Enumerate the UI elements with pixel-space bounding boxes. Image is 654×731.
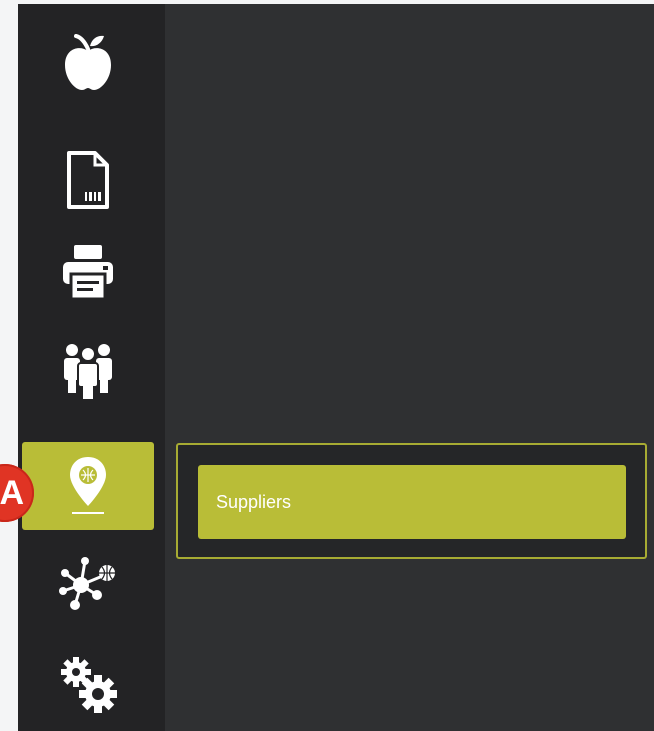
people-icon	[64, 344, 112, 399]
submenu-item-label: Suppliers	[216, 491, 292, 512]
printer-icon	[63, 245, 113, 301]
submenu-panel: Suppliers	[176, 443, 647, 559]
sidebar-item-people[interactable]	[22, 326, 154, 414]
sidebar-item-settings[interactable]	[22, 640, 154, 728]
sidebar-item-documents[interactable]	[22, 132, 154, 228]
callout-badge-label: A	[0, 473, 24, 512]
sidebar-item-printer[interactable]	[22, 228, 154, 316]
sidebar-item-apple[interactable]	[22, 18, 154, 106]
barcode-document-icon	[67, 151, 109, 209]
apple-icon	[65, 34, 111, 90]
sidebar-item-location[interactable]	[22, 442, 154, 530]
location-pin-icon	[70, 457, 106, 514]
gears-icon	[61, 657, 117, 713]
sidebar-item-network[interactable]	[22, 540, 154, 628]
submenu-item-suppliers[interactable]: Suppliers	[198, 465, 626, 539]
network-icon	[59, 557, 115, 610]
